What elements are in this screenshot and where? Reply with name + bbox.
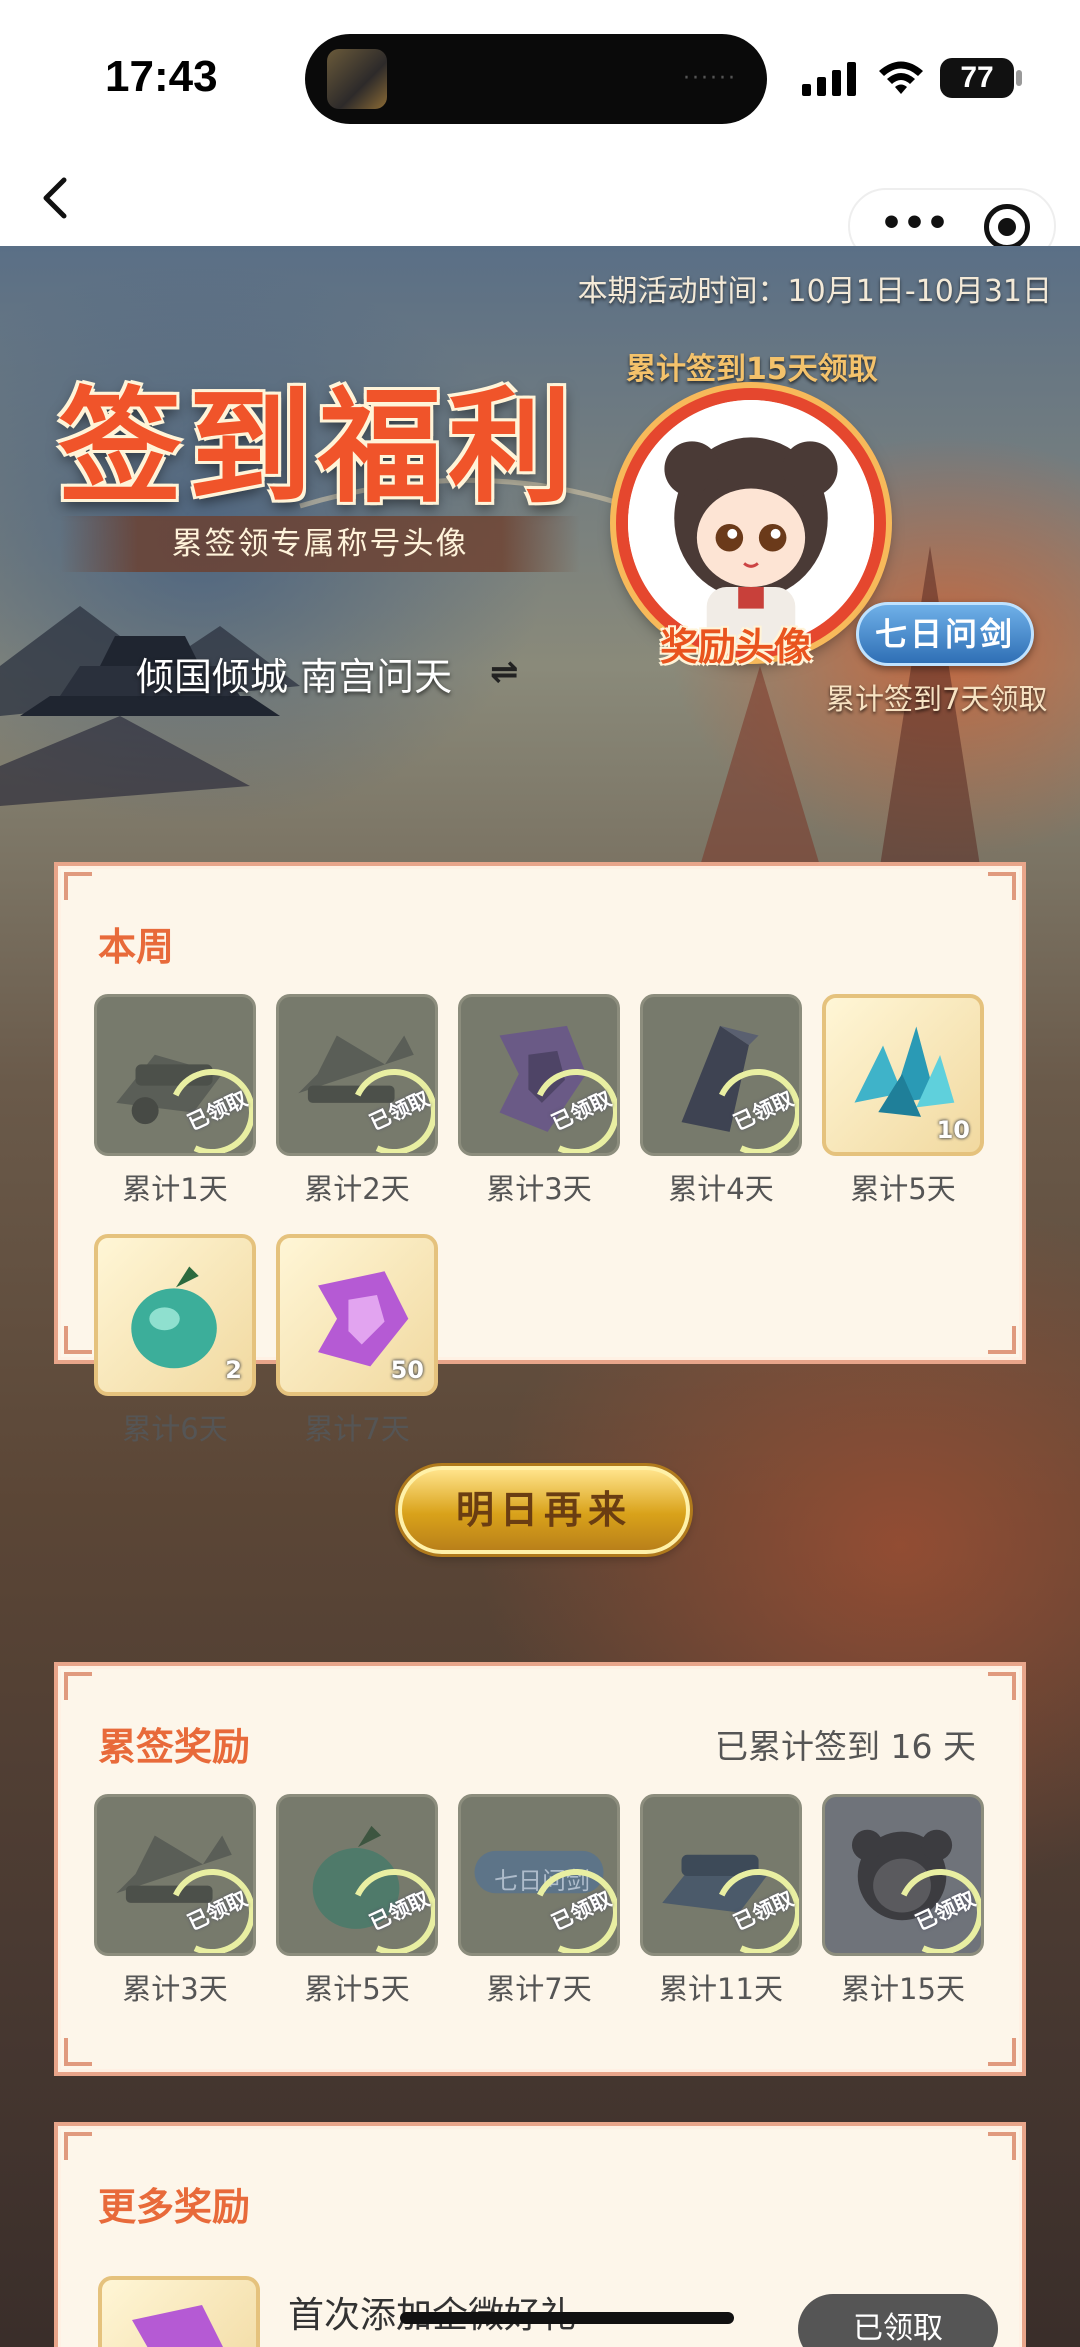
day-label: 累计7天	[486, 1972, 592, 2006]
weekly-item-day1[interactable]: 已领取 累计1天	[94, 994, 256, 1208]
day-label: 累计5天	[850, 1172, 956, 1206]
home-indicator	[400, 2312, 734, 2324]
weekly-item-day3[interactable]: 已领取 累计3天	[458, 994, 620, 1208]
weekly-item-day6[interactable]: 2 累计6天	[94, 1234, 256, 1448]
day-label: 累计5天	[304, 1972, 410, 2006]
badge-hint: 累计签到7天领取	[826, 682, 1048, 716]
battery-tip	[1016, 70, 1022, 86]
switch-icon[interactable]: ⇌	[490, 652, 519, 692]
corner-ornament	[988, 1672, 1016, 1700]
weekly-item-day5[interactable]: 10 累计5天	[822, 994, 984, 1208]
day-label: 累计7天	[304, 1412, 410, 1446]
reward-tile[interactable]: 2	[94, 1234, 256, 1396]
subtitle: 累签领专属称号头像	[171, 526, 469, 562]
subtitle-banner: 累签领专属称号头像	[60, 516, 580, 572]
purple-fragment-icon	[132, 2305, 223, 2347]
day-label: 累计2天	[304, 1172, 410, 1206]
cumulative-count: 已累计签到 16 天	[715, 1727, 976, 1766]
back-icon[interactable]	[36, 174, 76, 222]
day-label: 累计4天	[668, 1172, 774, 1206]
cumulative-item-3[interactable]: 已领取 累计3天	[94, 1794, 256, 2008]
weekly-card: 本周 已领取 累计1天 已领取 累计2天 已领取 累计3天 已领取 累计4天 1…	[54, 862, 1026, 1554]
more-reward-icon	[98, 2276, 260, 2347]
cumulative-card: 累签奖励 已累计签到 16 天 已领取 累计3天 已领取 累计5天 七日问剑 已…	[54, 1662, 1026, 2076]
quantity: 10	[936, 1116, 970, 1144]
reward-tile[interactable]: 已领取	[94, 1794, 256, 1956]
reward-tile[interactable]: 50	[276, 1234, 438, 1396]
cumulative-item-7[interactable]: 七日问剑 已领取 累计7天	[458, 1794, 620, 2008]
corner-ornament	[64, 1672, 92, 1700]
reward-tile[interactable]: 已领取	[458, 994, 620, 1156]
quantity: 50	[390, 1356, 424, 1384]
cumulative-item-11[interactable]: 已领取 累计11天	[640, 1794, 802, 2008]
corner-ornament	[988, 872, 1016, 900]
corner-ornament	[64, 1326, 92, 1354]
cumulative-item-15[interactable]: 已领取 累计15天	[822, 1794, 984, 2008]
now-playing-thumbnail	[327, 49, 387, 109]
corner-ornament	[64, 2132, 92, 2160]
title-name-display: 倾国倾城 南宫问天	[136, 655, 453, 699]
corner-ornament	[988, 1326, 1016, 1354]
avatar-illustration	[628, 400, 874, 646]
reward-tile[interactable]: 已领取	[94, 994, 256, 1156]
weekly-item-day7[interactable]: 50 累计7天	[276, 1234, 438, 1448]
page-title: 签到福利	[58, 375, 579, 520]
reward-tile[interactable]: 七日问剑 已领取	[458, 1794, 620, 1956]
day-label: 累计1天	[122, 1172, 228, 1206]
more-rewards-title: 更多奖励	[98, 2185, 251, 2229]
status-bar: 17:43 ······ 77	[0, 0, 1080, 150]
nav-bar: •••	[0, 150, 1080, 264]
island-dots-icon: ······	[683, 66, 737, 91]
wifi-icon	[879, 61, 923, 94]
avatar-hint: 累计签到15天领取	[626, 352, 878, 387]
corner-ornament	[988, 2038, 1016, 2066]
weekly-item-day4[interactable]: 已领取 累计4天	[640, 994, 802, 1208]
reward-tile[interactable]: 已领取	[822, 1794, 984, 1956]
more-icon[interactable]: •••	[880, 204, 949, 250]
claim-button[interactable]: 已领取	[798, 2294, 998, 2347]
avatar-label: 奖励头像	[660, 625, 813, 669]
quantity: 2	[225, 1356, 242, 1384]
day-label: 累计6天	[122, 1412, 228, 1446]
day-label: 累计15天	[841, 1972, 965, 2006]
day-label: 累计3天	[122, 1972, 228, 2006]
corner-ornament	[988, 2132, 1016, 2160]
page-content: 本期活动时间：10月1日-10月31日 签到福利 累签领专属称号头像 倾国倾城 …	[0, 246, 1080, 2347]
title-badge[interactable]: 七日问剑	[856, 602, 1034, 666]
come-back-tomorrow-button[interactable]: 明日再来	[398, 1466, 690, 1554]
reward-tile[interactable]: 已领取	[640, 994, 802, 1156]
reward-tile[interactable]: 10	[822, 994, 984, 1156]
dynamic-island: ······	[305, 34, 767, 124]
reward-tile[interactable]: 已领取	[276, 994, 438, 1156]
reward-tile[interactable]: 已领取	[276, 1794, 438, 1956]
cumulative-title: 累签奖励	[98, 1725, 251, 1769]
corner-ornament	[64, 872, 92, 900]
weekly-item-day2[interactable]: 已领取 累计2天	[276, 994, 438, 1208]
cellular-signal-icon	[802, 62, 856, 96]
activity-period: 本期活动时间：10月1日-10月31日	[577, 274, 1052, 309]
corner-ornament	[64, 2038, 92, 2066]
status-time: 17:43	[105, 52, 218, 101]
weekly-title: 本周	[98, 925, 175, 969]
reward-tile[interactable]: 已领取	[640, 1794, 802, 1956]
day-label: 累计3天	[486, 1172, 592, 1206]
battery-indicator: 77	[940, 58, 1014, 98]
day-label: 累计11天	[659, 1972, 783, 2006]
cumulative-item-5[interactable]: 已领取 累计5天	[276, 1794, 438, 2008]
close-target-icon[interactable]	[984, 204, 1030, 250]
